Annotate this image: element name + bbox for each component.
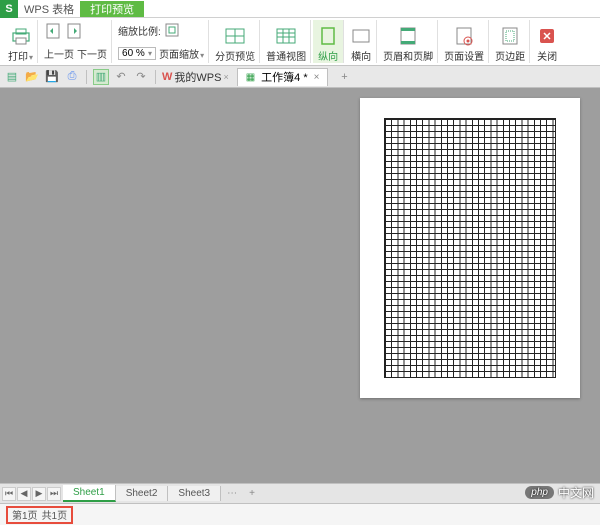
document-name: 工作簿4 * xyxy=(261,69,307,85)
sheet-tab-2[interactable]: Sheet2 xyxy=(116,486,169,501)
normal-view-button[interactable]: 普通视图 xyxy=(262,20,311,63)
page-nav-group: 上一页 下一页 xyxy=(40,20,112,63)
sheet-nav-next[interactable]: ▶ xyxy=(32,487,46,501)
quick-access-toolbar: ▤ 📂 💾 ⎙ ▥ ↶ ↷ W我的WPS × ▦ 工作簿4 * × + xyxy=(0,66,600,88)
spreadsheet-icon: ▦ xyxy=(246,72,255,83)
sheet-tab-3[interactable]: Sheet3 xyxy=(168,486,221,501)
app-badge: S xyxy=(0,0,18,18)
open-folder-icon[interactable]: 📂 xyxy=(24,69,40,85)
sheet-nav-first[interactable]: ⏮ xyxy=(2,487,16,501)
undo-icon[interactable]: ↶ xyxy=(113,69,129,85)
page-setup-label: 页面设置 xyxy=(444,48,484,63)
page-prev-icon xyxy=(44,22,62,40)
normal-view-icon xyxy=(275,25,297,47)
close-label: 关闭 xyxy=(537,48,557,63)
prev-page-button[interactable] xyxy=(44,22,62,40)
my-wps-link[interactable]: W我的WPS × xyxy=(162,69,229,85)
save-icon[interactable]: 💾 xyxy=(44,69,60,85)
close-tab-icon[interactable]: × xyxy=(314,72,320,83)
page-setup-button[interactable]: 页面设置 xyxy=(440,20,489,63)
header-footer-button[interactable]: 页眉和页脚 xyxy=(379,20,438,63)
page-next-icon xyxy=(65,22,83,40)
portrait-icon xyxy=(317,25,339,47)
zoom-ratio-label: 缩放比例: xyxy=(118,23,161,38)
normal-view-label: 普通视图 xyxy=(266,48,306,63)
page-indicator-highlight: 第1页 共1页 xyxy=(6,506,73,524)
sheet-tab-bar: ⏮ ◀ ▶ ⏭ Sheet1 Sheet2 Sheet3 ⋯ + xyxy=(0,483,600,503)
ribbon: 打印▾ 上一页 下一页 缩放比例: 60 % ▾ 页面缩放▾ 分页预览 xyxy=(0,18,600,66)
status-bar: 第1页 共1页 xyxy=(0,503,600,525)
watermark: php 中文网 xyxy=(525,484,594,501)
prev-page-label: 上一页 xyxy=(44,46,74,61)
portrait-button[interactable]: 纵向 xyxy=(313,20,344,63)
total-pages-label: 共1页 xyxy=(42,507,68,522)
redo-icon[interactable]: ↷ xyxy=(133,69,149,85)
title-bar: S WPS 表格 打印预览 xyxy=(0,0,600,18)
add-tab-button[interactable]: + xyxy=(336,69,352,85)
spreadsheet-grid-preview xyxy=(384,118,556,378)
next-page-label: 下一页 xyxy=(77,46,107,61)
zoom-group: 缩放比例: 60 % ▾ 页面缩放▾ xyxy=(114,20,209,63)
page-zoom-button[interactable]: 页面缩放▾ xyxy=(159,46,204,61)
margins-icon xyxy=(499,25,521,47)
page-zoom-icon xyxy=(164,22,182,38)
landscape-label: 横向 xyxy=(351,48,371,63)
header-footer-icon xyxy=(397,25,419,47)
zoom-value-input[interactable]: 60 % ▾ xyxy=(118,47,156,60)
margins-label: 页边距 xyxy=(495,48,525,63)
page-break-preview-button[interactable]: 分页预览 xyxy=(211,20,260,63)
preview-workspace xyxy=(0,88,600,483)
landscape-button[interactable]: 横向 xyxy=(346,20,377,63)
landscape-icon xyxy=(350,25,372,47)
page-break-icon xyxy=(224,25,246,47)
current-page-label: 第1页 xyxy=(12,507,38,522)
separator xyxy=(155,70,156,84)
new-file-icon[interactable]: ▤ xyxy=(4,69,20,85)
margins-button[interactable]: 页边距 xyxy=(491,20,530,63)
close-icon xyxy=(536,25,558,47)
page-setup-icon xyxy=(453,25,475,47)
next-page-button[interactable] xyxy=(65,22,83,40)
separator xyxy=(86,70,87,84)
ribbon-tab-print-preview[interactable]: 打印预览 xyxy=(80,1,144,17)
portrait-label: 纵向 xyxy=(318,48,338,63)
print-button[interactable]: 打印▾ xyxy=(4,20,38,63)
app-title: WPS 表格 xyxy=(18,1,80,17)
preview-icon[interactable]: ▥ xyxy=(93,69,109,85)
sheet-more-button[interactable]: ⋯ xyxy=(221,488,243,499)
preview-page xyxy=(360,98,580,398)
brand-text: 中文网 xyxy=(558,484,594,501)
close-button[interactable]: 关闭 xyxy=(532,20,562,63)
php-badge: php xyxy=(525,486,554,499)
print-quick-icon[interactable]: ⎙ xyxy=(64,69,80,85)
sheet-nav-last[interactable]: ⏭ xyxy=(47,487,61,501)
printer-icon xyxy=(10,25,32,47)
sheet-add-button[interactable]: + xyxy=(243,488,261,499)
print-label: 打印▾ xyxy=(8,48,33,63)
sheet-nav-prev[interactable]: ◀ xyxy=(17,487,31,501)
page-break-label: 分页预览 xyxy=(215,48,255,63)
header-footer-label: 页眉和页脚 xyxy=(383,48,433,63)
sheet-tab-1[interactable]: Sheet1 xyxy=(63,485,116,502)
document-tab[interactable]: ▦ 工作簿4 * × xyxy=(237,68,329,86)
